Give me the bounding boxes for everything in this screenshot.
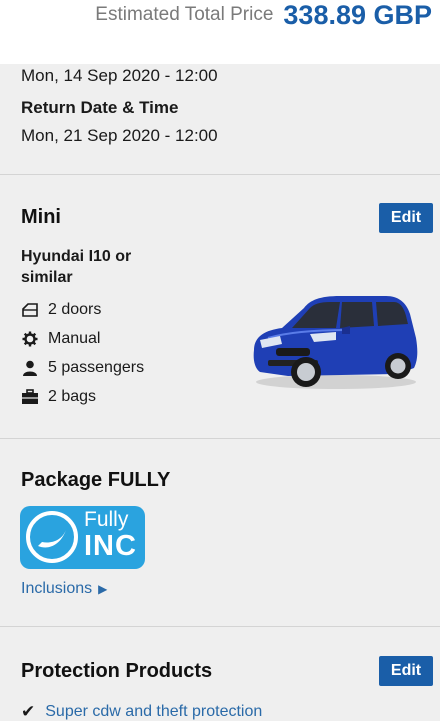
feature-bags: 2 bags <box>21 388 96 406</box>
feature-doors: 2 doors <box>21 301 101 319</box>
person-icon <box>21 359 39 377</box>
divider <box>0 626 440 627</box>
return-datetime: Mon, 21 Sep 2020 - 12:00 <box>21 126 218 145</box>
divider <box>0 174 440 175</box>
price-label: Estimated Total Price <box>95 4 274 25</box>
pickup-datetime: Mon, 14 Sep 2020 - 12:00 <box>21 66 218 85</box>
badge-line-1: Fully <box>84 508 129 531</box>
feature-label: 5 passengers <box>48 359 145 376</box>
dates-section: Mon, 14 Sep 2020 - 12:00 Return Date & T… <box>0 64 440 174</box>
protection-item-label: Super cdw and theft protection <box>45 703 263 720</box>
edit-vehicle-button[interactable]: Edit <box>379 203 433 233</box>
fully-inc-logo-icon <box>26 511 78 563</box>
feature-label: 2 doors <box>48 301 102 318</box>
price-header: Estimated Total Price 338.89 GBP <box>0 0 440 64</box>
feature-label: Manual <box>48 330 101 347</box>
car-image <box>248 288 420 392</box>
edit-protection-button[interactable]: Edit <box>379 656 433 686</box>
inclusions-label: Inclusions <box>21 580 93 597</box>
fully-inc-badge: Fully INC <box>20 506 145 569</box>
divider <box>0 438 440 439</box>
price-value: 338.89 GBP <box>283 0 432 30</box>
protection-title: Protection Products <box>21 660 213 682</box>
package-title: Package FULLY <box>21 469 171 491</box>
gear-icon <box>21 330 39 348</box>
feature-passengers: 5 passengers <box>21 359 144 377</box>
feature-label: 2 bags <box>48 388 97 405</box>
luggage-icon <box>21 388 39 406</box>
car-model: Hyundai I10 or similar <box>21 248 132 286</box>
triangle-right-icon: ▶ <box>98 582 108 596</box>
protection-item: ✔ Super cdw and theft protection <box>21 702 262 721</box>
feature-transmission: Manual <box>21 330 100 348</box>
inclusions-link[interactable]: Inclusions ▶ <box>21 580 107 598</box>
return-label: Return Date & Time <box>21 98 179 117</box>
badge-line-2: INC <box>84 530 137 562</box>
check-icon: ✔ <box>21 702 36 721</box>
vehicle-category: Mini <box>21 206 61 228</box>
door-icon <box>21 301 39 319</box>
